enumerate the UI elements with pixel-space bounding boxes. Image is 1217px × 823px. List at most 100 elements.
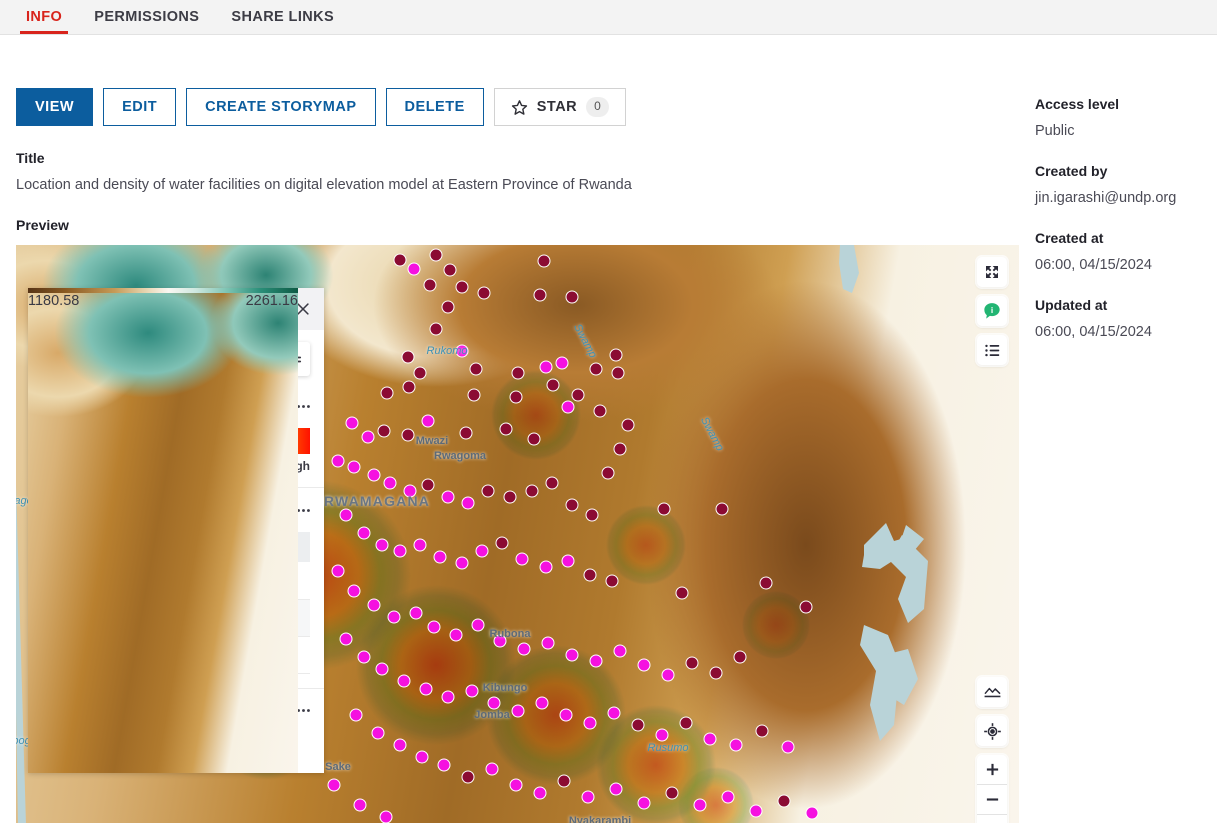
updated-at-value: 06:00, 04/15/2024 xyxy=(1035,324,1152,340)
map-point xyxy=(361,430,375,444)
access-level-value: Public xyxy=(1035,123,1075,139)
map-point xyxy=(331,454,345,468)
map-point xyxy=(589,362,603,376)
map-point xyxy=(427,620,441,634)
layer-list-button[interactable] xyxy=(977,335,1007,365)
map-point xyxy=(583,716,597,730)
star-button[interactable]: STAR 0 xyxy=(493,88,627,126)
map-point xyxy=(423,278,437,292)
view-button[interactable]: VIEW xyxy=(16,88,94,126)
map-point xyxy=(565,648,579,662)
map-point xyxy=(375,538,389,552)
map-point xyxy=(565,498,579,512)
map-point xyxy=(511,704,525,718)
map-point xyxy=(339,632,353,646)
map-controls-bottom xyxy=(977,677,1007,823)
created-by-value: jin.igarashi@undp.org xyxy=(1035,190,1177,206)
map-point xyxy=(565,290,579,304)
fullscreen-icon xyxy=(986,266,998,278)
map-point xyxy=(665,786,679,800)
map-controls-top: i xyxy=(977,257,1007,365)
layer-list-icon xyxy=(984,344,999,356)
map-point xyxy=(413,538,427,552)
map-point xyxy=(419,682,433,696)
dem-ramp-labels: 1180.58 2261.16 xyxy=(28,293,298,773)
map-point xyxy=(345,416,359,430)
star-button-label: STAR xyxy=(536,99,578,115)
map-point xyxy=(733,650,747,664)
map-point xyxy=(367,468,381,482)
map-point xyxy=(693,798,707,812)
map-point xyxy=(403,484,417,498)
legend-panel: Legend xyxy=(28,288,324,773)
map-point xyxy=(781,740,795,754)
map-info-button[interactable]: i xyxy=(977,296,1007,326)
created-at-value: 06:00, 04/15/2024 xyxy=(1035,257,1152,273)
map-point xyxy=(589,654,603,668)
map-point xyxy=(467,388,481,402)
map-point xyxy=(679,716,693,730)
tab-bar: INFO PERMISSIONS SHARE LINKS xyxy=(0,0,1217,35)
main-content: VIEW EDIT CREATE STORYMAP DELETE STAR 0 … xyxy=(0,35,1035,823)
view-button-label: VIEW xyxy=(35,99,75,115)
action-toolbar: VIEW EDIT CREATE STORYMAP DELETE STAR 0 xyxy=(16,35,1019,126)
map-point xyxy=(377,424,391,438)
compass-button[interactable] xyxy=(977,815,1007,823)
map-point xyxy=(749,804,763,818)
map-point xyxy=(413,366,427,380)
tab-permissions[interactable]: PERMISSIONS xyxy=(78,0,215,34)
map-point xyxy=(393,544,407,558)
map-point xyxy=(759,576,773,590)
map-point xyxy=(401,350,415,364)
map-point xyxy=(397,674,411,688)
map-point xyxy=(611,366,625,380)
map-point xyxy=(461,770,475,784)
map-point xyxy=(637,658,651,672)
map-point xyxy=(443,263,457,277)
tab-permissions-label: PERMISSIONS xyxy=(94,9,200,25)
map-point xyxy=(685,656,699,670)
geolocate-button[interactable] xyxy=(977,716,1007,746)
zoom-control-group xyxy=(977,755,1007,823)
map-point xyxy=(455,280,469,294)
map-point xyxy=(393,253,407,267)
map-point xyxy=(429,248,443,262)
map-point xyxy=(585,508,599,522)
map-point xyxy=(609,782,623,796)
map-point xyxy=(347,584,361,598)
map-point xyxy=(461,496,475,510)
map-point xyxy=(715,502,729,516)
zoom-in-button[interactable] xyxy=(977,755,1007,785)
preview-label: Preview xyxy=(16,217,69,233)
map-point xyxy=(433,550,447,564)
tab-share-links[interactable]: SHARE LINKS xyxy=(215,0,350,34)
map-point xyxy=(383,476,397,490)
map-point xyxy=(357,650,371,664)
tab-info[interactable]: INFO xyxy=(10,0,78,34)
map-point xyxy=(471,618,485,632)
fullscreen-button[interactable] xyxy=(977,257,1007,287)
map-point xyxy=(581,790,595,804)
edit-button[interactable]: EDIT xyxy=(103,88,177,126)
map-point xyxy=(515,552,529,566)
map-point xyxy=(371,726,385,740)
map-point xyxy=(631,718,645,732)
map-point xyxy=(613,644,627,658)
create-storymap-button[interactable]: CREATE STORYMAP xyxy=(186,88,376,126)
map-point xyxy=(347,460,361,474)
map-point xyxy=(477,286,491,300)
map-point xyxy=(545,476,559,490)
map-point xyxy=(429,322,443,336)
created-by-label: Created by xyxy=(1035,163,1108,179)
page-body: VIEW EDIT CREATE STORYMAP DELETE STAR 0 … xyxy=(0,35,1217,823)
map-point xyxy=(601,466,615,480)
legend-layer-dem: Digital Elevation Mode… m xyxy=(28,288,324,773)
map-point xyxy=(537,254,551,268)
delete-button-label: DELETE xyxy=(404,99,465,115)
map-point xyxy=(609,348,623,362)
terrain-button[interactable] xyxy=(977,677,1007,707)
map-preview[interactable]: Rukomo Mwazi Rwagoma RWAMAGANA Rubona Ki… xyxy=(16,245,1019,823)
delete-button[interactable]: DELETE xyxy=(385,88,484,126)
map-point xyxy=(755,724,769,738)
zoom-out-button[interactable] xyxy=(977,785,1007,815)
